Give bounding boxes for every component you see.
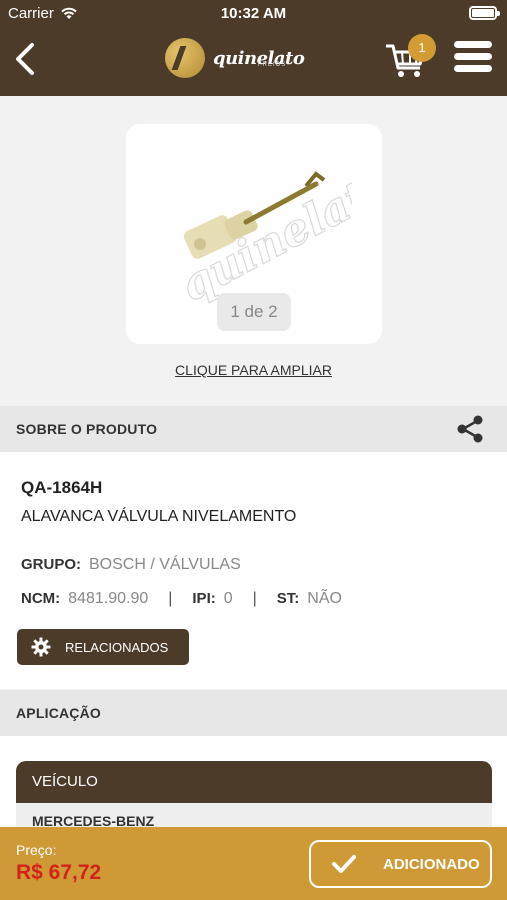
gear-icon: [31, 637, 51, 657]
vehicle-table-header: VEÍCULO: [16, 761, 492, 803]
cart-count-badge: 1: [408, 34, 436, 62]
about-section-header: SOBRE O PRODUTO: [0, 406, 507, 452]
logo-subtitle: FREIOS: [258, 62, 287, 68]
st-label: ST:: [276, 590, 300, 607]
status-bar: Carrier 10:32 AM: [0, 0, 507, 28]
group-row: GRUPO: BOSCH / VÁLVULAS: [21, 556, 241, 574]
back-arrow-icon: [16, 43, 34, 75]
menu-button[interactable]: [454, 41, 492, 77]
price-value: R$ 67,72: [16, 861, 102, 884]
ipi-label: IPI:: [192, 590, 216, 607]
zoom-image-link[interactable]: CLIQUE PARA AMPLIAR: [0, 362, 507, 378]
logo-mark-icon: [165, 38, 205, 78]
about-section-title: SOBRE O PRODUTO: [16, 421, 158, 437]
price-label: Preço:: [16, 842, 57, 858]
back-button[interactable]: [12, 40, 40, 78]
share-icon: [457, 415, 483, 443]
related-button[interactable]: RELACIONADOS: [17, 629, 189, 665]
tax-row: NCM: 8481.90.90 | IPI: 0 | ST: NÃO: [21, 590, 342, 608]
group-value: BOSCH / VÁLVULAS: [89, 556, 241, 573]
menu-bar: [454, 53, 492, 60]
st-value: NÃO: [307, 590, 342, 607]
brand-logo[interactable]: quinelato: [165, 36, 325, 80]
menu-bar: [454, 65, 492, 72]
add-button-label: ADICIONADO: [383, 855, 480, 873]
ncm-value: 8481.90.90: [68, 590, 149, 607]
application-section-title: APLICAÇÃO: [16, 705, 102, 721]
app-header: Carrier 10:32 AM quinelato FREIOS 1: [0, 0, 507, 96]
application-section-header: APLICAÇÃO: [0, 690, 507, 736]
battery-icon: [469, 6, 500, 20]
product-image: quinelato: [172, 156, 352, 304]
checkmark-icon: [332, 855, 356, 873]
hamburger-menu-icon: [454, 41, 492, 48]
ipi-value: 0: [223, 590, 233, 607]
separator: |: [252, 590, 257, 607]
product-description: ALAVANCA VÁLVULA NIVELAMENTO: [21, 508, 297, 525]
add-to-cart-button[interactable]: ADICIONADO: [309, 840, 492, 888]
product-code: QA-1864H: [21, 478, 103, 497]
image-counter: 1 de 2: [217, 293, 291, 331]
separator: |: [168, 590, 173, 607]
related-button-label: RELACIONADOS: [65, 639, 169, 655]
share-button[interactable]: [455, 414, 485, 444]
group-label: GRUPO:: [21, 556, 81, 573]
ncm-label: NCM:: [21, 590, 61, 607]
status-time: 10:32 AM: [220, 5, 287, 22]
